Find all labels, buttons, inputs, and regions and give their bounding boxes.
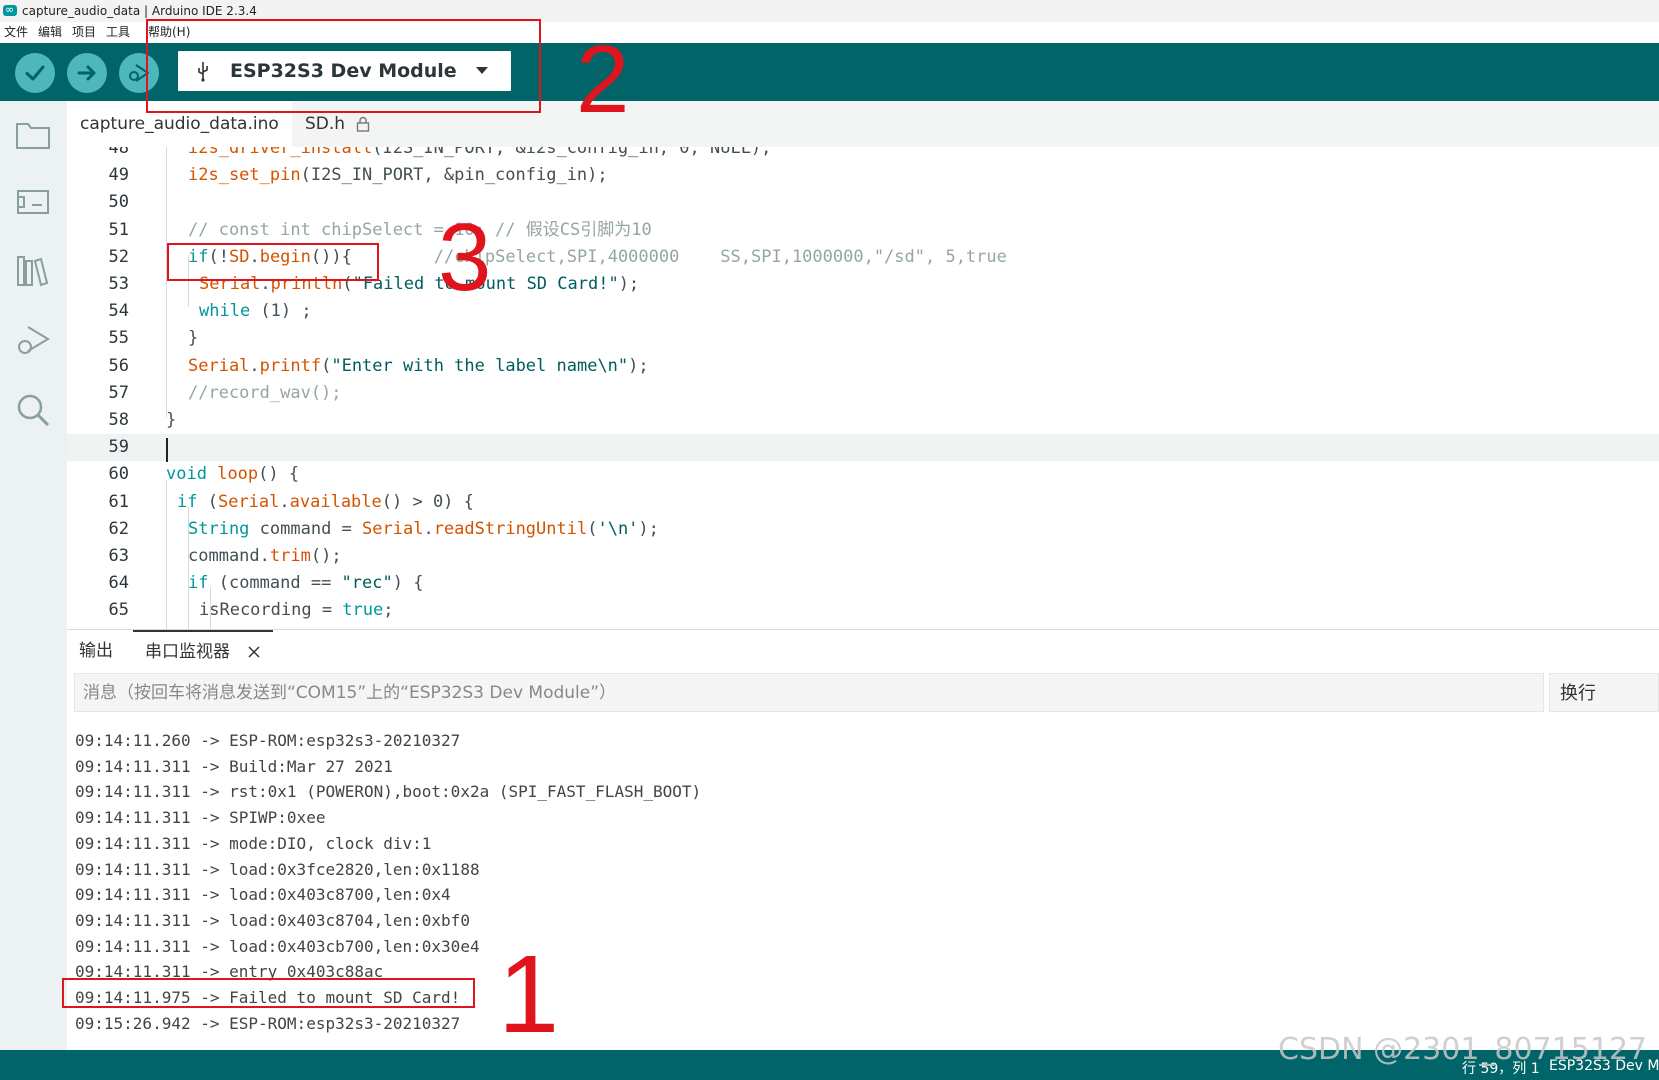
code-line[interactable]: 55} bbox=[67, 325, 1659, 352]
line-number: 55 bbox=[108, 328, 129, 349]
code-line[interactable]: 56 Serial.printf("Enter with the label na… bbox=[67, 353, 1659, 380]
code-line[interactable]: 60 void loop() { bbox=[67, 461, 1659, 488]
activity-sidebar bbox=[0, 101, 67, 1050]
tab-output-label: 输出 bbox=[79, 641, 113, 661]
tab-label: SD.h bbox=[305, 114, 346, 134]
code-line[interactable]: 48 i2s_driver_install(I2S_IN_PORT, &i2s_c… bbox=[67, 147, 1659, 162]
debug-sidebar-icon[interactable] bbox=[14, 321, 52, 359]
annotation-box-1 bbox=[62, 978, 475, 1008]
tab-serial-monitor-label: 串口监视器 bbox=[145, 642, 230, 662]
code-text: // const int chipSelect = 10; // 假设CS引脚为… bbox=[188, 219, 652, 240]
line-number: 53 bbox=[108, 274, 129, 294]
panel-tabs: 输出 串口监视器 bbox=[67, 630, 1659, 672]
line-number: 56 bbox=[108, 355, 129, 376]
text-cursor bbox=[166, 438, 168, 462]
serial-line: 09:14:11.311 -> load:0x3fce2820,len:0x11… bbox=[75, 859, 480, 879]
serial-line: 09:14:11.311 -> load:0x403c8700,len:0x4 bbox=[75, 885, 451, 905]
menu-tools[interactable]: 工具 bbox=[106, 22, 130, 43]
verify-button[interactable] bbox=[15, 53, 55, 93]
line-number: 58 bbox=[108, 410, 129, 430]
annotation-box-3 bbox=[167, 243, 379, 281]
line-number: 64 bbox=[108, 573, 129, 594]
line-number: 63 bbox=[108, 546, 129, 566]
serial-line: 09:14:11.311 -> rst:0x1 (POWERON),boot:0… bbox=[75, 782, 702, 802]
code-line[interactable]: 61 if (Serial.available() > 0) { bbox=[67, 489, 1659, 516]
code-text: command.trim(); bbox=[188, 546, 342, 566]
code-text: void loop() { bbox=[166, 464, 300, 485]
code-text: } bbox=[166, 410, 177, 430]
watermark: CSDN @2301_80715127 bbox=[1278, 1032, 1648, 1067]
serial-line: 09:14:11.311 -> mode:DIO, clock div:1 bbox=[75, 833, 432, 853]
code-line[interactable]: 64 if (command == "rec") { bbox=[67, 570, 1659, 597]
serial-message-input[interactable]: 消息（按回车将消息发送到“COM15”上的“ESP32S3 Dev Module… bbox=[74, 673, 1544, 712]
code-line[interactable]: 62 String command = Serial.readStringUnti… bbox=[67, 516, 1659, 543]
close-icon[interactable] bbox=[247, 645, 261, 659]
line-number: 49 bbox=[108, 165, 129, 186]
tab-output[interactable]: 输出 bbox=[79, 630, 113, 672]
line-number: 48 bbox=[108, 147, 129, 158]
code-line[interactable]: 59 bbox=[67, 434, 1659, 462]
code-editor[interactable]: 48 i2s_driver_install(I2S_IN_PORT, &i2s_c… bbox=[67, 147, 1659, 629]
line-number: 57 bbox=[108, 382, 129, 403]
serial-line: 09:14:11.311 -> load:0x403cb700,len:0x30… bbox=[75, 936, 480, 956]
code-text: } bbox=[188, 328, 199, 349]
library-manager-icon[interactable] bbox=[14, 251, 52, 289]
menu-edit[interactable]: 编辑 bbox=[38, 22, 62, 43]
code-text: if (command == "rec") { bbox=[188, 573, 424, 594]
tab-serial-monitor[interactable]: 串口监视器 bbox=[133, 630, 274, 672]
serial-line: 09:14:11.311 -> load:0x403c8704,len:0xbf… bbox=[75, 910, 470, 930]
board-manager-icon[interactable] bbox=[14, 183, 52, 221]
line-number: 52 bbox=[108, 246, 129, 267]
code-text: if (Serial.available() > 0) { bbox=[177, 491, 474, 512]
line-number: 62 bbox=[108, 518, 129, 539]
line-ending-select[interactable]: 换行 bbox=[1549, 673, 1659, 712]
code-line[interactable]: 58} bbox=[67, 407, 1659, 434]
line-number: 54 bbox=[108, 301, 129, 322]
code-line[interactable]: 63 command.trim(); bbox=[67, 543, 1659, 570]
code-line[interactable]: 50 bbox=[67, 189, 1659, 216]
line-number: 65 bbox=[108, 600, 129, 621]
line-number: 61 bbox=[108, 491, 129, 512]
annotation-box-2 bbox=[146, 19, 541, 113]
lock-icon bbox=[357, 116, 370, 132]
folder-icon[interactable] bbox=[14, 116, 52, 154]
annotation-number-3: 3 bbox=[438, 204, 492, 311]
menu-sketch[interactable]: 项目 bbox=[72, 22, 96, 43]
code-text: Serial.printf("Enter with the label name… bbox=[188, 355, 649, 376]
code-line[interactable]: 57 //record_wav(); bbox=[67, 380, 1659, 407]
upload-button[interactable] bbox=[67, 53, 107, 93]
line-number: 60 bbox=[108, 464, 129, 485]
line-number: 59 bbox=[108, 437, 129, 458]
tab-label: capture_audio_data.ino bbox=[80, 114, 279, 134]
checkmark-icon bbox=[25, 65, 45, 81]
code-text: String command = Serial.readStringUntil(… bbox=[188, 518, 659, 539]
annotation-number-1: 1 bbox=[498, 933, 560, 1056]
serial-line: 09:14:11.311 -> SPIWP:0xee bbox=[75, 808, 326, 828]
serial-line: 09:14:11.260 -> ESP-ROM:esp32s3-20210327 bbox=[75, 731, 461, 750]
annotation-number-2: 2 bbox=[576, 26, 630, 133]
serial-message-placeholder: 消息（按回车将消息发送到“COM15”上的“ESP32S3 Dev Module… bbox=[83, 683, 617, 703]
code-text: while (1) ; bbox=[199, 301, 312, 322]
arrow-right-icon bbox=[77, 65, 96, 81]
code-text: isRecording = true; bbox=[199, 600, 394, 621]
serial-line: 09:15:26.942 -> ESP-ROM:esp32s3-20210327 bbox=[75, 1013, 461, 1033]
code-line[interactable]: 54 while (1) ; bbox=[67, 298, 1659, 325]
code-text: i2s_driver_install(I2S_IN_PORT, &i2s_con… bbox=[188, 147, 772, 158]
code-line[interactable]: 51 // const int chipSelect = 10; // 假设CS引… bbox=[67, 217, 1659, 244]
code-text: i2s_set_pin(I2S_IN_PORT, &pin_config_in)… bbox=[188, 165, 608, 186]
menu-file[interactable]: 文件 bbox=[4, 22, 28, 43]
line-number: 51 bbox=[108, 219, 129, 240]
code-text: //record_wav(); bbox=[188, 382, 342, 403]
search-icon[interactable] bbox=[14, 391, 52, 429]
code-line[interactable]: 65 isRecording = true; bbox=[67, 597, 1659, 624]
serial-line: 09:14:11.311 -> Build:Mar 27 2021 bbox=[75, 756, 393, 776]
line-number: 50 bbox=[108, 192, 129, 213]
code-line[interactable]: 49 i2s_set_pin(I2S_IN_PORT, &pin_config_i… bbox=[67, 162, 1659, 189]
line-ending-value: 换行 bbox=[1560, 683, 1596, 704]
arduino-app-icon bbox=[3, 0, 17, 21]
